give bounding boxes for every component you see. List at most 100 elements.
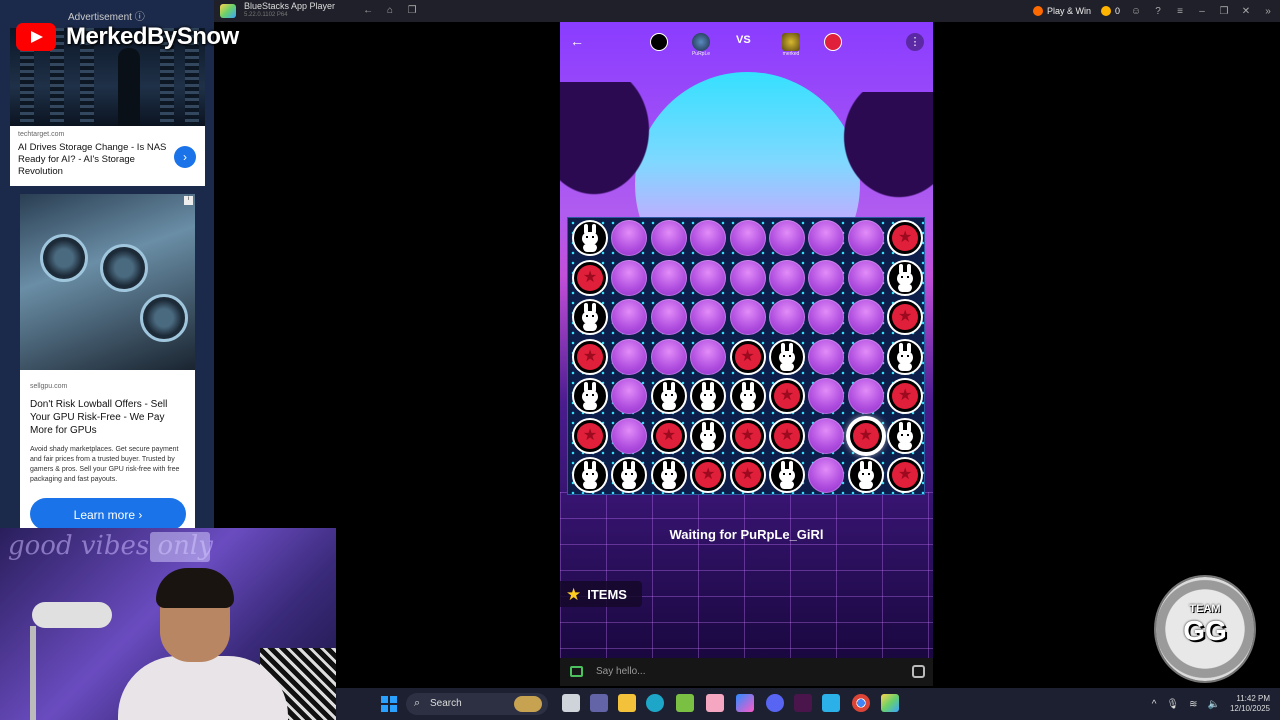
ad1-card[interactable]: techtarget.com AI Drives Storage Change … xyxy=(10,126,205,186)
bunny-piece-icon[interactable] xyxy=(690,417,727,454)
chat-input[interactable]: Say hello... xyxy=(596,666,645,677)
file-explorer-icon[interactable] xyxy=(618,694,636,712)
learn-more-button[interactable]: Learn more › xyxy=(30,498,186,528)
empty-slot[interactable] xyxy=(847,378,884,414)
empty-slot[interactable] xyxy=(847,338,884,375)
empty-slot[interactable] xyxy=(611,299,648,335)
empty-slot[interactable] xyxy=(808,299,845,335)
chrome-icon[interactable] xyxy=(852,694,870,712)
red-star-piece-icon[interactable] xyxy=(729,417,766,454)
red-star-piece-icon[interactable] xyxy=(650,417,687,454)
empty-slot[interactable] xyxy=(650,299,687,335)
coin-counter[interactable]: 0 xyxy=(1100,6,1120,16)
bluestacks-taskbar-icon[interactable] xyxy=(881,694,899,712)
ad2-headline[interactable]: Don't Risk Lowball Offers - Sell Your GP… xyxy=(30,398,185,437)
empty-slot[interactable] xyxy=(611,259,648,296)
red-star-piece-icon[interactable] xyxy=(729,457,766,493)
bunny-piece-icon[interactable] xyxy=(572,378,608,414)
discord-icon[interactable] xyxy=(766,694,784,712)
tray-chevron-up-icon[interactable]: ^ xyxy=(1152,699,1157,710)
photo-viewer-icon[interactable] xyxy=(822,694,840,712)
ad2-image[interactable]: i xyxy=(20,194,195,370)
bunny-piece-icon[interactable] xyxy=(887,259,924,296)
copilot-icon[interactable] xyxy=(736,694,754,712)
microphone-icon[interactable]: 🎙 xyxy=(1166,699,1179,710)
items-button[interactable]: ★ ITEMS xyxy=(560,581,642,607)
red-star-piece-icon[interactable] xyxy=(887,299,924,335)
red-star-piece-icon[interactable] xyxy=(572,259,608,296)
home-icon[interactable]: ⌂ xyxy=(383,4,397,18)
player1-avatar[interactable] xyxy=(692,33,710,51)
wifi-icon[interactable]: ≋ xyxy=(1189,699,1197,710)
chat-icon[interactable] xyxy=(570,666,583,677)
taskbar-search[interactable]: ⌕ Search xyxy=(406,693,548,715)
more-options-icon[interactable]: ⋮ xyxy=(906,33,924,51)
bunny-piece-icon[interactable] xyxy=(650,378,687,414)
help-icon[interactable]: ? xyxy=(1152,6,1164,17)
bunny-piece-icon[interactable] xyxy=(769,457,805,493)
empty-slot[interactable] xyxy=(650,220,687,256)
empty-slot[interactable] xyxy=(847,259,884,296)
close-icon[interactable]: ✕ xyxy=(1240,6,1252,17)
minimize-icon[interactable]: – xyxy=(1196,6,1208,17)
player2-avatar[interactable] xyxy=(782,33,800,51)
photos-icon[interactable] xyxy=(706,694,724,712)
empty-slot[interactable] xyxy=(808,220,845,256)
red-star-piece-icon[interactable] xyxy=(887,220,924,256)
empty-slot[interactable] xyxy=(847,220,884,256)
empty-slot[interactable] xyxy=(808,417,845,454)
ad1-headline[interactable]: AI Drives Storage Change - Is NAS Ready … xyxy=(18,142,168,178)
empty-slot[interactable] xyxy=(808,378,845,414)
red-star-piece-icon[interactable] xyxy=(690,457,727,493)
store-icon[interactable] xyxy=(676,694,694,712)
empty-slot[interactable] xyxy=(690,220,727,256)
sidebar-toggle-icon[interactable]: » xyxy=(1262,6,1274,17)
red-star-piece-icon[interactable] xyxy=(572,417,608,454)
empty-slot[interactable] xyxy=(769,299,805,335)
empty-slot[interactable] xyxy=(729,259,766,296)
empty-slot[interactable] xyxy=(769,220,805,256)
volume-icon[interactable]: 🔈 xyxy=(1208,699,1220,710)
teams-icon[interactable] xyxy=(590,694,608,712)
task-view-icon[interactable] xyxy=(562,694,580,712)
empty-slot[interactable] xyxy=(769,259,805,296)
red-star-piece-icon[interactable] xyxy=(572,338,608,375)
menu-icon[interactable]: ≡ xyxy=(1174,6,1186,17)
last-move-red-star-piece-icon[interactable] xyxy=(847,417,884,454)
multi-instance-icon[interactable]: ❐ xyxy=(405,4,419,18)
bunny-piece-icon[interactable] xyxy=(572,299,608,335)
empty-slot[interactable] xyxy=(611,338,648,375)
empty-slot[interactable] xyxy=(729,220,766,256)
empty-slot[interactable] xyxy=(729,299,766,335)
empty-slot[interactable] xyxy=(690,259,727,296)
empty-slot[interactable] xyxy=(611,417,648,454)
adchoices-icon[interactable]: i xyxy=(184,196,193,205)
red-star-piece-icon[interactable] xyxy=(887,378,924,414)
bunny-piece-icon[interactable] xyxy=(572,457,608,493)
bunny-piece-icon[interactable] xyxy=(572,220,608,256)
red-star-piece-icon[interactable] xyxy=(769,417,805,454)
empty-slot[interactable] xyxy=(611,378,648,414)
empty-slot[interactable] xyxy=(847,299,884,335)
red-star-piece-icon[interactable] xyxy=(729,338,766,375)
bunny-piece-icon[interactable] xyxy=(887,338,924,375)
play-win-button[interactable]: Play & Win xyxy=(1032,6,1091,16)
bunny-piece-icon[interactable] xyxy=(769,338,805,375)
bunny-piece-icon[interactable] xyxy=(690,378,727,414)
edge-icon[interactable] xyxy=(646,694,664,712)
ad1-chevron-right-icon[interactable]: › xyxy=(174,146,196,168)
empty-slot[interactable] xyxy=(690,338,727,375)
empty-slot[interactable] xyxy=(650,338,687,375)
game-board[interactable] xyxy=(567,217,925,495)
red-star-piece-icon[interactable] xyxy=(769,378,805,414)
game-back-icon[interactable]: ← xyxy=(568,32,586,50)
empty-slot[interactable] xyxy=(650,259,687,296)
clock[interactable]: 11:42 PM 12/10/2025 xyxy=(1230,694,1270,714)
avatar-icon[interactable]: ☺ xyxy=(1130,6,1142,17)
bunny-piece-icon[interactable] xyxy=(847,457,884,493)
back-icon[interactable]: ← xyxy=(361,4,375,18)
red-star-piece-icon[interactable] xyxy=(887,457,924,493)
bunny-piece-icon[interactable] xyxy=(611,457,648,493)
bunny-piece-icon[interactable] xyxy=(650,457,687,493)
windows-start-icon[interactable] xyxy=(381,696,397,712)
